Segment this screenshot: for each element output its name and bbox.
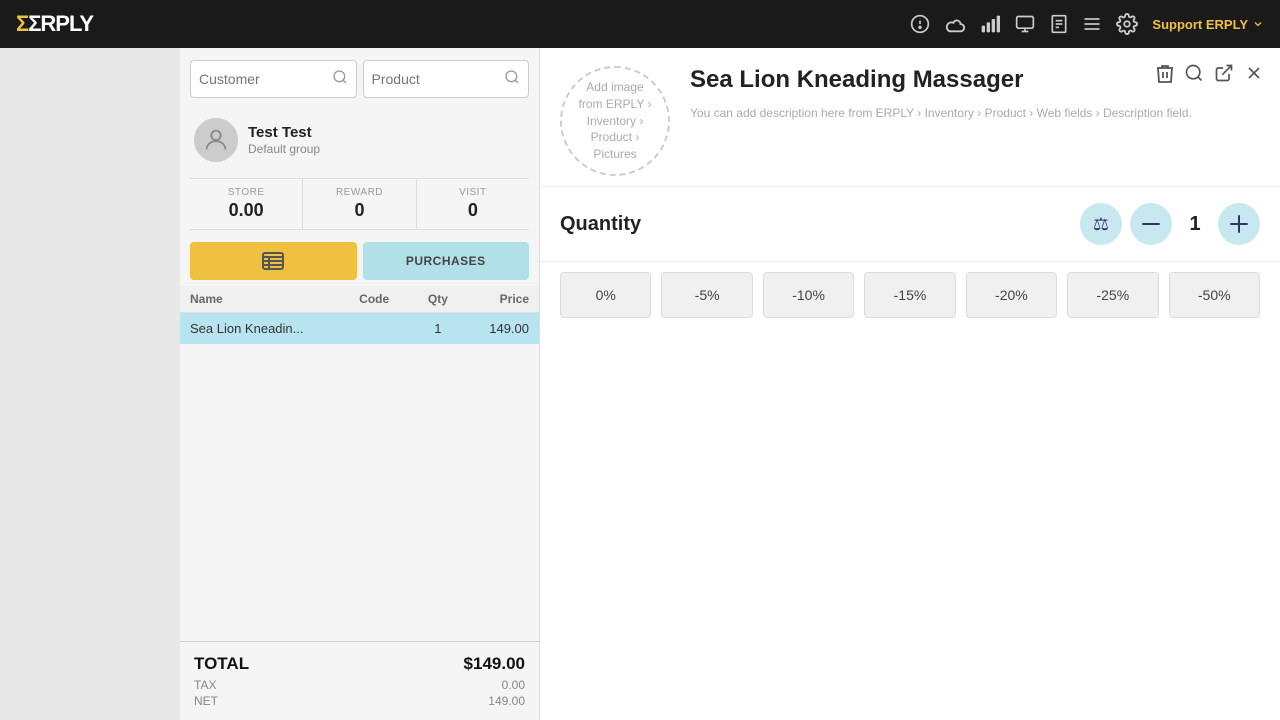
discount-row: 0%-5%-10%-15%-20%-25%-50% [540,262,1280,338]
tax-label: TAX [194,678,216,692]
gear-icon[interactable] [1116,13,1138,35]
quantity-label: Quantity [560,213,1064,236]
top-nav: ΣΣRPLY Support ERPLY [0,0,1280,48]
right-panel: Add image from ERPLY › Inventory › Produ… [540,48,1280,720]
discount-button[interactable]: -15% [864,272,955,318]
product-search-icon [504,69,520,90]
table-row[interactable]: Sea Lion Kneadin... 1 149.00 [180,313,539,345]
customer-info: Test Test Default group [180,108,539,172]
screen-icon[interactable] [1014,14,1036,34]
total-row: TOTAL $149.00 [194,654,525,674]
quantity-section: Quantity ⚖ 1 [540,187,1280,262]
left-sidebar [0,48,180,720]
customer-name: Test Test [248,124,320,141]
row-name: Sea Lion Kneadin... [180,313,349,345]
search-row [180,48,539,108]
col-price: Price [463,286,539,313]
close-button[interactable] [1244,62,1264,84]
total-section: TOTAL $149.00 TAX 0.00 NET 149.00 [180,641,539,720]
scale-button[interactable]: ⚖ [1080,203,1122,245]
qty-decrease-button[interactable] [1130,203,1172,245]
discount-button[interactable]: -50% [1169,272,1260,318]
cloud-icon[interactable] [944,14,966,34]
center-panel: Test Test Default group STORE 0.00 REWAR… [180,48,540,720]
product-search-wrap[interactable] [363,60,530,98]
row-price: 149.00 [463,313,539,345]
customer-details: Test Test Default group [248,124,320,156]
tax-value: 0.00 [502,678,525,692]
stat-reward: REWARD 0 [302,179,415,229]
visit-value: 0 [421,200,525,221]
discount-button[interactable]: -20% [966,272,1057,318]
reward-label: REWARD [307,187,411,198]
purchases-button[interactable]: PURCHASES [363,242,530,280]
main-layout: Test Test Default group STORE 0.00 REWAR… [0,48,1280,720]
discount-button[interactable]: -5% [661,272,752,318]
order-table-wrap: Name Code Qty Price Sea Lion Kneadin... … [180,286,539,344]
nav-icons: Support ERPLY [910,13,1264,35]
product-image[interactable]: Add image from ERPLY › Inventory › Produ… [560,66,670,176]
delete-button[interactable] [1154,62,1174,84]
external-link-button[interactable] [1214,62,1234,84]
store-value: 0.00 [194,200,298,221]
store-label: STORE [194,187,298,198]
customer-search-wrap[interactable] [190,60,357,98]
logo: ΣΣRPLY [16,11,93,37]
col-qty: Qty [413,286,464,313]
product-search-input[interactable] [372,71,505,87]
signal-icon[interactable] [980,14,1000,34]
total-label: TOTAL [194,654,249,674]
order-table: Name Code Qty Price Sea Lion Kneadin... … [180,286,539,344]
receipt-icon[interactable] [1050,14,1068,34]
row-qty: 1 [413,313,464,345]
discount-button[interactable]: -25% [1067,272,1158,318]
net-value: 149.00 [488,694,525,708]
qty-controls: ⚖ 1 [1080,203,1260,245]
alert-icon[interactable] [910,14,930,34]
product-actions [1154,62,1264,84]
customer-search-input[interactable] [199,71,332,87]
product-description: You can add description here from ERPLY … [690,104,1260,122]
tax-row: TAX 0.00 [194,678,525,692]
qty-value: 1 [1180,213,1210,236]
action-buttons: PURCHASES [180,236,539,286]
visit-label: VISIT [421,187,525,198]
customer-group: Default group [248,142,320,156]
stat-store: STORE 0.00 [190,179,302,229]
qty-increase-button[interactable] [1218,203,1260,245]
col-name: Name [180,286,349,313]
total-value: $149.00 [464,654,525,674]
net-label: NET [194,694,218,708]
order-view-button[interactable] [190,242,357,280]
discount-button[interactable]: -10% [763,272,854,318]
customer-search-icon [332,69,348,90]
product-header: Add image from ERPLY › Inventory › Produ… [540,48,1280,187]
stat-visit: VISIT 0 [416,179,529,229]
reward-value: 0 [307,200,411,221]
discount-button[interactable]: 0% [560,272,651,318]
search-product-button[interactable] [1184,62,1204,84]
support-link[interactable]: Support ERPLY [1152,17,1264,32]
row-code [349,313,412,345]
avatar [194,118,238,162]
net-row: NET 149.00 [194,694,525,708]
col-code: Code [349,286,412,313]
menu-icon[interactable] [1082,14,1102,34]
stats-row: STORE 0.00 REWARD 0 VISIT 0 [190,178,529,230]
